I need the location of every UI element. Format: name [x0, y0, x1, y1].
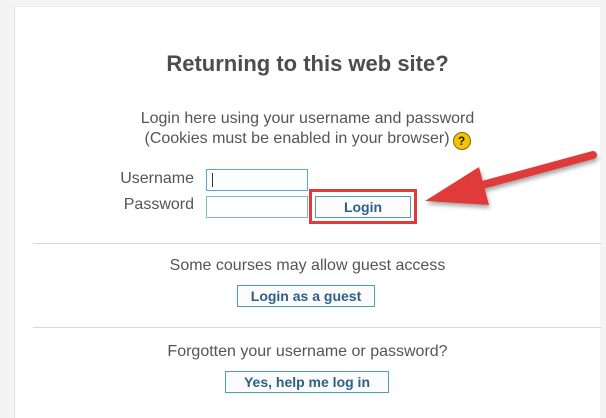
password-field[interactable] — [206, 196, 308, 218]
forgotten-credentials-text: Forgotten your username or password? — [167, 343, 448, 360]
login-as-guest-button[interactable]: Login as a guest — [237, 285, 375, 307]
section-divider — [33, 327, 601, 328]
password-label: Password — [123, 196, 194, 213]
cookies-note-text: (Cookies must be enabled in your browser… — [144, 130, 450, 147]
login-panel: Returning to this web site? Login here u… — [14, 6, 601, 418]
section-divider — [33, 243, 601, 244]
page-title: Returning to this web site? — [166, 51, 449, 76]
guest-access-text: Some courses may allow guest access — [169, 257, 446, 274]
help-me-log-in-button[interactable]: Yes, help me log in — [225, 371, 389, 393]
username-field[interactable] — [206, 169, 308, 191]
username-label: Username — [120, 170, 194, 187]
text-cursor — [212, 173, 213, 187]
red-arrow-annotation — [425, 151, 597, 205]
login-button[interactable]: Login — [315, 196, 411, 218]
login-instructions: Login here using your username and passw… — [140, 110, 475, 127]
